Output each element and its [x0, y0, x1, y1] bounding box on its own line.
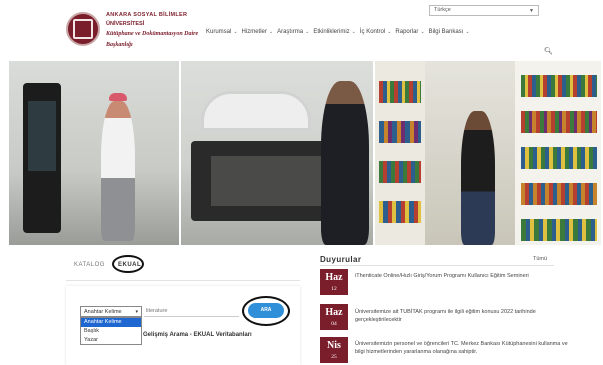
announcements-title: Duyurular [320, 255, 362, 264]
nav-item-bilgi-bankasi[interactable]: Bilgi Bankası ⌄ [429, 29, 470, 35]
announcement-item-text[interactable]: iThenticate Online/Hızlı Giriş/Yorum Pro… [355, 272, 575, 280]
chevron-down-icon: ▾ [135, 309, 138, 315]
chevron-down-icon: ▼ [529, 8, 534, 14]
nav-item-hizmetler[interactable]: Hizmetler ⌄ [242, 29, 274, 35]
dropdown-option-anahtar-kelime[interactable]: Anahtar Kelime [81, 318, 141, 327]
main-nav: Kurumsal ⌄ Hizmetler ⌄ Araştırma ⌄ Etkinlik… [206, 29, 470, 35]
search-type-value: Anahtar Kelime [84, 309, 122, 315]
chevron-down-icon: ⌄ [351, 29, 356, 35]
search-icon[interactable]: 🔍︎ [544, 47, 553, 55]
hero-photo-collage [9, 61, 601, 245]
advanced-search-link[interactable]: Gelişmiş Arama - EKUAL Veritabanları [143, 332, 252, 338]
chevron-down-icon: ⌄ [268, 29, 274, 35]
tab-katalog[interactable]: KATALOG [74, 262, 105, 268]
hero-photo-bookshelves [375, 61, 601, 245]
department-name-line2: Başkanlığı [106, 42, 133, 48]
search-type-select[interactable]: Anahtar Kelime ▾ [80, 306, 142, 317]
search-input[interactable]: literature [144, 305, 239, 317]
chevron-down-icon: ⌄ [420, 29, 425, 35]
language-value: Türkçe [434, 7, 451, 13]
chevron-down-icon: ⌄ [387, 29, 392, 35]
announcement-date-badge: Nis 25 [320, 337, 348, 363]
highlight-circle-search-button [242, 296, 290, 326]
dropdown-option-baslik[interactable]: Başlık [81, 327, 141, 336]
nav-item-etkinliklerimiz[interactable]: Etkinliklerimiz ⌄ [313, 29, 356, 35]
chevron-down-icon: ⌄ [305, 29, 310, 35]
chevron-down-icon: ⌄ [233, 29, 238, 35]
nav-item-kurumsal[interactable]: Kurumsal ⌄ [206, 29, 238, 35]
announcements-divider [320, 265, 554, 266]
university-name-line1: ANKARA SOSYAL BİLİMLER [106, 12, 188, 18]
department-name-line1: Kütüphane ve Dokümantasyon Daire [106, 31, 199, 37]
site-header: ANKARA SOSYAL BİLİMLER ÜNİVERSİTESİ Kütü… [0, 0, 603, 60]
announcement-date-badge: Haz 04 [320, 304, 348, 330]
nav-item-arastirma[interactable]: Araştırma ⌄ [277, 29, 309, 35]
announcement-item-text[interactable]: Üniversitemizin personel ve öğrencileri … [355, 340, 575, 356]
nav-item-ic-kontrol[interactable]: İç Kontrol ⌄ [360, 29, 392, 35]
search-type-dropdown: Anahtar Kelime Başlık Yazar [80, 317, 142, 345]
university-logo[interactable] [66, 12, 100, 46]
chevron-down-icon: ⌄ [465, 29, 470, 35]
hero-photo-kiosk [9, 61, 179, 245]
nav-item-raporlar[interactable]: Raporlar ⌄ [395, 29, 424, 35]
dropdown-option-yazar[interactable]: Yazar [81, 336, 141, 345]
highlight-circle-ekual [112, 255, 144, 273]
announcement-item-text[interactable]: Üniversitemize ait TUBİTAK programı ile … [355, 308, 575, 324]
tab-divider [66, 280, 300, 281]
announcements-view-all-link[interactable]: Tümü [533, 256, 547, 262]
announcement-date-badge: Haz 12 [320, 269, 348, 295]
language-select[interactable]: Türkçe ▼ [429, 5, 539, 16]
university-name-line2: ÜNİVERSİTESİ [106, 21, 145, 27]
hero-photo-scanner [181, 61, 373, 245]
